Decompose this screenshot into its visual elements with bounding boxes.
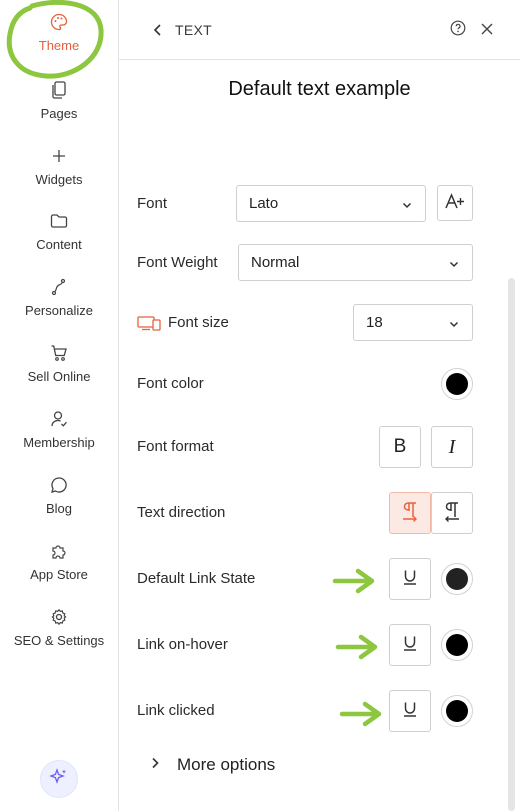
chevron-down-icon bbox=[448, 317, 460, 329]
font-size-value: 18 bbox=[366, 314, 383, 331]
font-label: Font bbox=[137, 195, 168, 212]
font-size-label: Font size bbox=[168, 314, 229, 331]
hover-link-color-swatch[interactable] bbox=[441, 629, 473, 661]
panel-title: TEXT bbox=[175, 22, 212, 38]
underline-icon bbox=[401, 568, 419, 591]
default-link-underline-button[interactable] bbox=[389, 558, 431, 600]
annotation-arrow bbox=[335, 634, 378, 660]
sidebar-item-label: Sell Online bbox=[27, 369, 91, 384]
color-dot bbox=[446, 634, 468, 656]
font-upload-button[interactable] bbox=[437, 185, 473, 221]
default-link-color-swatch[interactable] bbox=[441, 563, 473, 595]
sidebar-item-label: Theme bbox=[38, 38, 80, 53]
default-link-state-label: Default Link State bbox=[137, 570, 256, 587]
palette-icon bbox=[49, 12, 69, 32]
italic-button[interactable]: I bbox=[431, 426, 473, 468]
more-options-toggle[interactable]: More options bbox=[149, 755, 275, 775]
font-format-label: Font format bbox=[137, 438, 214, 455]
sidebar-item-widgets[interactable]: Widgets bbox=[0, 146, 118, 187]
sidebar-item-theme[interactable]: Theme bbox=[0, 12, 118, 53]
hover-link-underline-button[interactable] bbox=[389, 624, 431, 666]
text-preview: Default text example bbox=[228, 78, 411, 100]
color-dot bbox=[446, 373, 468, 395]
sidebar-item-blog[interactable]: Blog bbox=[0, 475, 118, 516]
folder-icon bbox=[49, 211, 69, 231]
chevron-down-icon bbox=[448, 257, 460, 269]
clicked-link-underline-button[interactable] bbox=[389, 690, 431, 732]
back-chevron-icon[interactable] bbox=[149, 21, 167, 39]
color-dot bbox=[446, 700, 468, 722]
puzzle-icon bbox=[49, 541, 69, 561]
text-direction-ltr-icon bbox=[400, 500, 420, 527]
text-settings-panel: TEXT Default text example Font Lato Font… bbox=[119, 0, 520, 811]
clicked-link-color-swatch[interactable] bbox=[441, 695, 473, 727]
chevron-down-icon bbox=[401, 198, 413, 210]
pages-icon bbox=[49, 80, 69, 100]
bold-button[interactable]: B bbox=[379, 426, 421, 468]
responsive-devices-icon bbox=[137, 315, 161, 331]
sidebar-item-label: Widgets bbox=[35, 172, 83, 187]
sidebar-item-pages[interactable]: Pages bbox=[0, 80, 118, 121]
ai-assistant-button[interactable] bbox=[40, 760, 78, 798]
font-color-swatch[interactable] bbox=[441, 368, 473, 400]
sparkle-icon bbox=[49, 767, 69, 792]
text-direction-rtl-icon bbox=[442, 500, 462, 527]
plus-icon bbox=[49, 146, 69, 166]
underline-icon bbox=[401, 634, 419, 657]
sidebar-item-label: SEO & Settings bbox=[13, 633, 105, 648]
sidebar: Theme Pages Widgets Content Personalize … bbox=[0, 0, 119, 811]
scrollbar[interactable] bbox=[508, 278, 515, 811]
chevron-right-icon bbox=[149, 756, 161, 775]
cart-icon bbox=[49, 343, 69, 363]
sidebar-item-label: Pages bbox=[40, 106, 78, 121]
sidebar-item-label: Membership bbox=[23, 435, 95, 450]
panel-header: TEXT bbox=[119, 0, 520, 60]
sidebar-item-label: Blog bbox=[45, 501, 73, 516]
font-dropdown[interactable]: Lato bbox=[236, 185, 426, 222]
text-direction-label: Text direction bbox=[137, 504, 226, 521]
more-options-label: More options bbox=[177, 755, 276, 774]
sidebar-item-label: App Store bbox=[30, 567, 88, 582]
font-size-row-label: Font size bbox=[137, 314, 229, 331]
sidebar-item-personalize[interactable]: Personalize bbox=[0, 277, 118, 318]
font-weight-dropdown[interactable]: Normal bbox=[238, 244, 473, 281]
font-weight-value: Normal bbox=[251, 254, 300, 271]
sidebar-item-label: Content bbox=[36, 237, 82, 252]
link-on-hover-label: Link on-hover bbox=[137, 636, 228, 653]
sidebar-item-membership[interactable]: Membership bbox=[0, 409, 118, 450]
color-dot bbox=[446, 568, 468, 590]
font-add-icon bbox=[444, 192, 466, 215]
font-value: Lato bbox=[249, 195, 279, 212]
sidebar-item-sell-online[interactable]: Sell Online bbox=[0, 343, 118, 384]
help-icon[interactable] bbox=[450, 20, 466, 36]
sidebar-item-seo-settings[interactable]: SEO & Settings bbox=[0, 607, 118, 648]
font-size-dropdown[interactable]: 18 bbox=[353, 304, 473, 341]
link-clicked-label: Link clicked bbox=[137, 702, 215, 719]
personalize-icon bbox=[49, 277, 69, 297]
underline-icon bbox=[401, 700, 419, 723]
sidebar-item-app-store[interactable]: App Store bbox=[0, 541, 118, 582]
font-weight-label: Font Weight bbox=[137, 254, 218, 271]
chat-bubble-icon bbox=[49, 475, 69, 495]
sidebar-item-content[interactable]: Content bbox=[0, 211, 118, 252]
annotation-arrow bbox=[339, 701, 382, 727]
italic-label: I bbox=[448, 435, 456, 458]
gear-icon bbox=[49, 607, 69, 627]
sidebar-item-label: Personalize bbox=[25, 303, 93, 318]
ltr-direction-button[interactable] bbox=[389, 492, 431, 534]
rtl-direction-button[interactable] bbox=[431, 492, 473, 534]
annotation-arrow bbox=[332, 568, 375, 594]
close-icon[interactable] bbox=[480, 22, 494, 36]
bold-label: B bbox=[393, 436, 407, 457]
membership-icon bbox=[49, 409, 69, 429]
font-color-label: Font color bbox=[137, 375, 204, 392]
